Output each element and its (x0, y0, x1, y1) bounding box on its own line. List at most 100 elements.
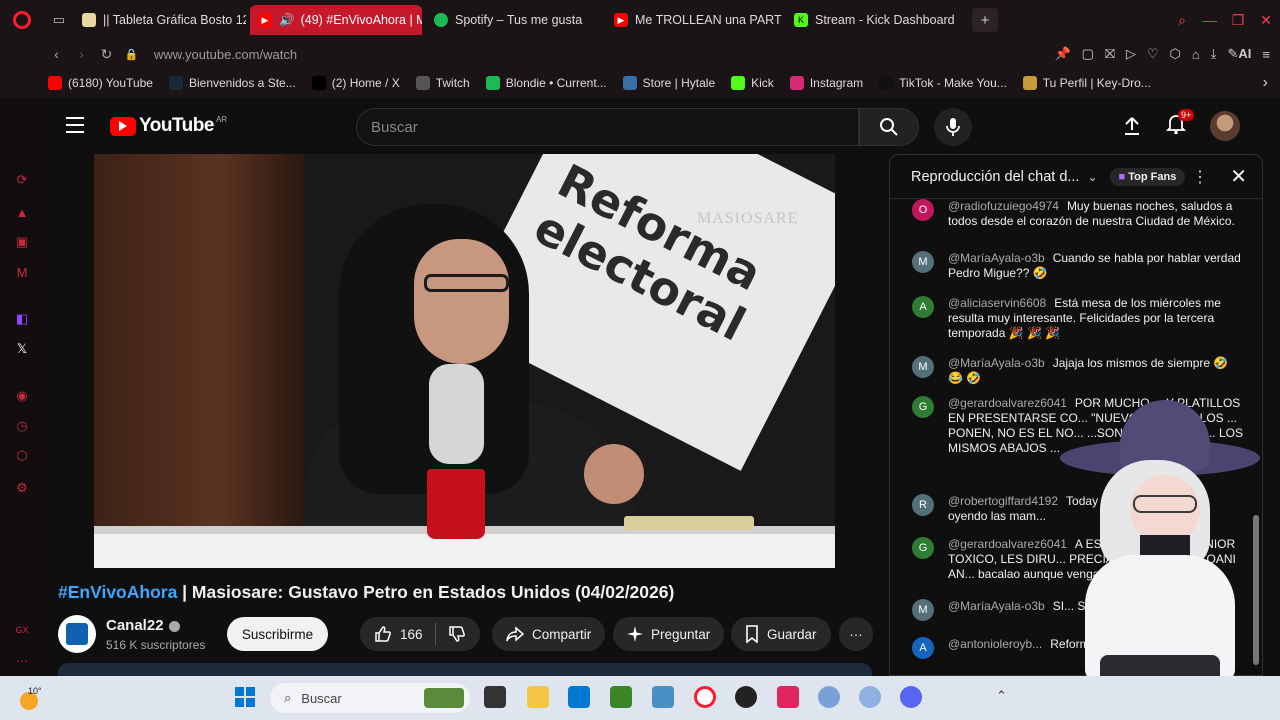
bookmark-item[interactable]: Kick (731, 76, 774, 90)
bookmark-item[interactable]: TikTok - Make You... (879, 76, 1007, 90)
tray-chevron-icon[interactable]: ⌃ (996, 688, 1007, 704)
channel-name[interactable]: Canal22 (106, 617, 180, 634)
player-icon[interactable]: ◉ (12, 386, 32, 406)
aria-ai-button[interactable]: ✎AI (1228, 46, 1252, 62)
chat-avatar[interactable]: M (912, 356, 934, 378)
chat-avatar[interactable]: R (912, 494, 934, 516)
play-icon[interactable]: ▷ (1126, 46, 1136, 62)
store-icon[interactable] (568, 686, 590, 708)
weather-widget[interactable]: 10° (20, 682, 46, 712)
taskbar-search-input[interactable]: ⌕ Buscar (270, 683, 470, 713)
new-tab-button[interactable]: + (972, 8, 998, 32)
snapshot-icon[interactable]: ▣ (12, 232, 32, 252)
upload-icon[interactable] (1122, 116, 1142, 136)
share-button[interactable]: Compartir (492, 617, 606, 651)
tiktok-live-icon[interactable] (777, 686, 799, 708)
chat-username[interactable]: @MaríaAyala-o3b (948, 356, 1045, 370)
tab-2[interactable]: Spotify – Tus me gusta (426, 5, 602, 35)
chat-username[interactable]: @antonioleroyb... (948, 637, 1042, 651)
task-view-icon[interactable] (484, 686, 506, 708)
menu-icon[interactable]: ≡ (1262, 47, 1270, 62)
search-tabs-icon[interactable]: ⌕ (1168, 12, 1196, 29)
url-field[interactable]: www.youtube.com/watch (154, 47, 297, 62)
close-window-icon[interactable]: ✕ (1252, 12, 1280, 29)
extensions-icon[interactable]: ⬡ (1170, 46, 1181, 62)
tab-1-active[interactable]: ▶ 🔊 (49) #EnVivoAhora | M (250, 5, 422, 35)
chat-username[interactable]: @gerardoalvarez6041 (948, 537, 1067, 551)
adblock-icon[interactable]: ⛝ (1105, 46, 1115, 62)
tab-0[interactable]: || Tableta Gráfica Bosto 12 (74, 5, 246, 35)
tab-4[interactable]: K Stream - Kick Dashboard (786, 5, 962, 35)
settings-icon[interactable]: ⚙ (12, 478, 32, 498)
windows-start-icon[interactable] (234, 686, 256, 708)
chat-title[interactable]: Reproducción del chat d... (911, 169, 1079, 185)
thumbs-down-icon[interactable] (448, 625, 466, 643)
maximize-icon[interactable]: ❐ (1224, 12, 1252, 29)
forward-icon[interactable]: › (69, 46, 94, 62)
chat-avatar[interactable]: G (912, 396, 934, 418)
opera-logo-icon[interactable] (0, 0, 44, 40)
chat-avatar[interactable]: G (912, 537, 934, 559)
chat-username[interactable]: @MaríaAyala-o3b (948, 599, 1045, 613)
menu-icon[interactable] (66, 117, 84, 133)
search-input[interactable]: Buscar (356, 108, 859, 146)
avatar[interactable] (1210, 111, 1240, 141)
chat-username[interactable]: @robertogiffard4192 (948, 494, 1058, 508)
speaker-icon[interactable]: 🔊 (279, 13, 295, 28)
pin-icon[interactable]: 📌 (1054, 46, 1070, 62)
download-icon[interactable]: ⤓ (1211, 46, 1217, 62)
wallet-icon[interactable]: ⌂ (1192, 47, 1200, 62)
chat-avatar[interactable]: M (912, 251, 934, 273)
close-icon[interactable]: ✕ (1230, 164, 1247, 189)
more-icon[interactable]: ··· (12, 650, 32, 670)
tab-manager-icon[interactable]: ▭ (44, 0, 74, 40)
more-vert-icon[interactable]: ⋮ (1192, 167, 1208, 187)
messenger-icon[interactable]: M (12, 262, 32, 282)
history-icon[interactable]: ⟳ (12, 170, 32, 190)
minecraft-icon[interactable] (610, 686, 632, 708)
obs-icon[interactable] (735, 686, 757, 708)
hashtag-link[interactable]: #EnVivoAhora (58, 582, 177, 602)
chat-username[interactable]: @gerardoalvarez6041 (948, 396, 1067, 410)
bookmark-item[interactable]: Instagram (789, 76, 863, 90)
heart-icon[interactable]: ♡ (1147, 46, 1159, 62)
youtube-logo[interactable]: YouTube AR (110, 115, 227, 137)
gx-icon[interactable]: GX (12, 620, 32, 640)
app-icon[interactable] (859, 686, 881, 708)
extensions-icon[interactable]: ⬡ (12, 446, 32, 466)
chat-avatar[interactable]: A (912, 637, 934, 659)
bookmark-item[interactable]: Twitch (415, 76, 470, 90)
subscribe-button[interactable]: Suscribirme (227, 617, 328, 651)
snapshot-icon[interactable]: ▢ (1082, 46, 1094, 62)
clock-icon[interactable]: ◷ (12, 416, 32, 436)
x-icon[interactable]: 𝕏 (12, 339, 32, 359)
ask-button[interactable]: Preguntar (613, 617, 725, 651)
save-button[interactable]: Guardar (731, 617, 831, 651)
like-button[interactable]: 166 (374, 625, 423, 643)
video-player[interactable]: Reforma electoral MASIOSARE (94, 154, 835, 568)
channel-avatar[interactable] (58, 615, 96, 653)
bookmarks-overflow-icon[interactable]: › (1263, 74, 1268, 92)
chat-username[interactable]: @radiofuzuiego4974 (948, 199, 1059, 213)
bookmark-item[interactable]: Blondie • Current... (485, 76, 607, 90)
back-icon[interactable]: ‹ (44, 46, 69, 62)
discord-icon[interactable] (900, 686, 922, 708)
notifications-button[interactable]: 9+ (1165, 108, 1195, 140)
reload-icon[interactable]: ↻ (94, 46, 119, 63)
app-icon[interactable] (818, 686, 840, 708)
bookmark-item[interactable]: Tu Perfil | Key-Dro... (1022, 76, 1151, 90)
chat-avatar[interactable]: M (912, 599, 934, 621)
description-box[interactable] (58, 663, 872, 676)
bookmark-item[interactable]: (2) Home / X (311, 76, 400, 90)
crypto-wallet-icon[interactable]: ▲ (12, 202, 32, 222)
voice-search-button[interactable] (934, 108, 972, 146)
more-actions-button[interactable]: ··· (839, 617, 873, 651)
twitch-icon[interactable]: ◧ (12, 309, 32, 329)
bookmark-item[interactable]: Store | Hytale (622, 76, 715, 90)
bookmark-item[interactable]: (6180) YouTube (48, 76, 153, 90)
minimize-icon[interactable]: — (1196, 12, 1224, 28)
opera-gx-icon[interactable] (694, 686, 716, 708)
chat-username[interactable]: @aliciaservin6608 (948, 296, 1046, 310)
chat-avatar[interactable]: O (912, 199, 934, 221)
chat-avatar[interactable]: A (912, 296, 934, 318)
